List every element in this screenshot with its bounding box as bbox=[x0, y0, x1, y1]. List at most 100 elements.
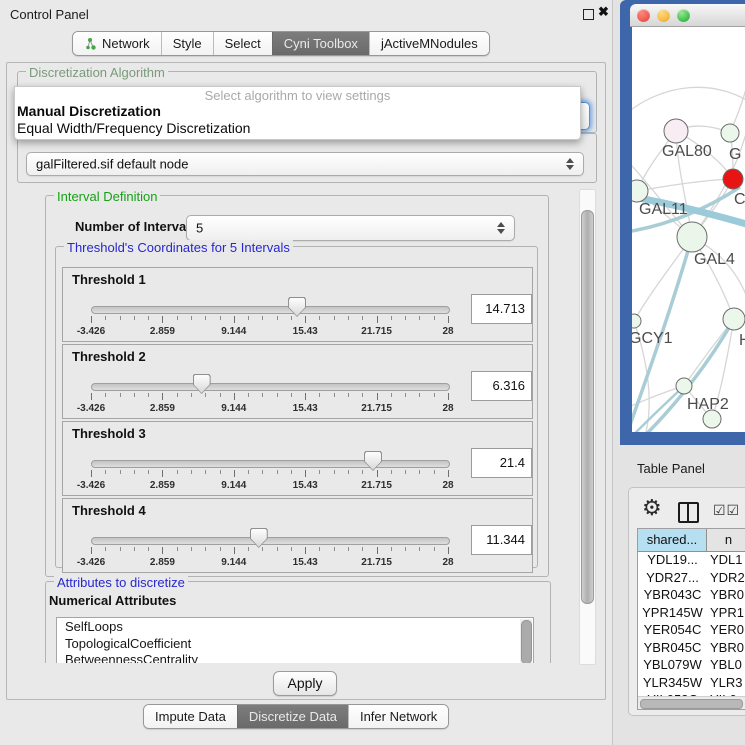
slider-track[interactable] bbox=[91, 383, 450, 391]
table-horizontal-scrollbar[interactable] bbox=[638, 696, 745, 709]
table-cell[interactable]: YER054C bbox=[638, 622, 707, 640]
table-row[interactable]: YBR045CYBR0 bbox=[638, 640, 745, 658]
table-row[interactable]: YPR145WYPR1 bbox=[638, 605, 745, 623]
table-row[interactable]: YLR345WYLR3 bbox=[638, 675, 745, 693]
table-cell[interactable]: YBL0 bbox=[707, 657, 745, 675]
close-icon[interactable]: ✖ bbox=[598, 4, 609, 20]
column-header-name[interactable]: n bbox=[707, 529, 745, 551]
slider-track[interactable] bbox=[91, 537, 450, 545]
table-cell[interactable]: YDL1 bbox=[707, 552, 745, 570]
settings-scroll-thumb[interactable] bbox=[581, 210, 594, 604]
table-cell[interactable]: YDL19... bbox=[638, 552, 707, 570]
tab-select[interactable]: Select bbox=[213, 32, 272, 55]
screen: Control Panel ✖ NetworkStyleSelectCyni T… bbox=[0, 0, 745, 745]
network-window-titlebar[interactable] bbox=[630, 4, 745, 27]
tick-label: 9.144 bbox=[206, 403, 262, 414]
threshold-label: Threshold 3 bbox=[72, 426, 146, 441]
tick-label: 2.859 bbox=[134, 403, 190, 414]
table-cell[interactable]: YLR3 bbox=[707, 675, 745, 693]
slider-track[interactable] bbox=[91, 460, 450, 468]
network-node-g[interactable] bbox=[721, 124, 739, 142]
column-header-shared-name[interactable]: shared... bbox=[638, 529, 707, 551]
tab-label: Discretize Data bbox=[249, 709, 337, 724]
list-item-betweennesscentrality[interactable]: BetweennessCentrality bbox=[57, 651, 533, 663]
table-cell[interactable]: YDR27... bbox=[638, 570, 707, 588]
tick-mark bbox=[177, 316, 178, 320]
threshold-value-field[interactable]: 14.713 bbox=[471, 294, 532, 324]
table-cell[interactable]: YBR0 bbox=[707, 587, 745, 605]
table-panel: ⚙ ☑☑ shared... n YDL19...YDL1YDR27...YDR… bbox=[628, 487, 745, 716]
table-row[interactable]: YER054CYER0 bbox=[638, 622, 745, 640]
table-cell[interactable]: YER0 bbox=[707, 622, 745, 640]
table-cell[interactable]: YPR1 bbox=[707, 605, 745, 623]
numerical-attributes-list[interactable]: SelfLoopsTopologicalCoefficientBetweenne… bbox=[56, 617, 534, 663]
tick-mark bbox=[405, 316, 406, 320]
network-node-gcy1[interactable] bbox=[632, 314, 641, 328]
table-cell[interactable]: YBR043C bbox=[638, 587, 707, 605]
table-hscroll-thumb[interactable] bbox=[640, 699, 743, 709]
tab-network[interactable]: Network bbox=[73, 32, 161, 55]
tab-jactivemnodules[interactable]: jActiveMNodules bbox=[369, 32, 489, 55]
table-cell[interactable]: YBR045C bbox=[638, 640, 707, 658]
gear-icon[interactable]: ⚙ bbox=[642, 495, 662, 521]
network-node-gal4[interactable] bbox=[677, 222, 707, 252]
network-view-window: GAL80GCGAL11GAL4GCY1HHAP2 bbox=[620, 0, 745, 445]
tab-style[interactable]: Style bbox=[161, 32, 213, 55]
table-cell[interactable]: YDR2 bbox=[707, 570, 745, 588]
threshold-value-field[interactable]: 6.316 bbox=[471, 371, 532, 401]
list-item-selfloops[interactable]: SelfLoops bbox=[57, 618, 533, 635]
threshold-value-field[interactable]: 21.4 bbox=[471, 448, 532, 478]
minimize-traffic-light-icon[interactable] bbox=[657, 9, 670, 22]
slider-thumb[interactable] bbox=[364, 451, 382, 471]
tick-label: 2.859 bbox=[134, 326, 190, 337]
number-of-intervals-combo[interactable]: 5 bbox=[186, 215, 515, 241]
tab-label: Impute Data bbox=[155, 709, 226, 724]
float-window-icon[interactable] bbox=[583, 9, 594, 20]
split-columns-icon[interactable] bbox=[678, 502, 699, 523]
close-traffic-light-icon[interactable] bbox=[637, 9, 650, 22]
zoom-traffic-light-icon[interactable] bbox=[677, 9, 690, 22]
network-node-hap2[interactable] bbox=[676, 378, 692, 394]
slider-thumb[interactable] bbox=[193, 374, 211, 394]
table-cell[interactable]: YPR145W bbox=[638, 605, 707, 623]
network-node-h[interactable] bbox=[723, 308, 745, 330]
network-canvas[interactable]: GAL80GCGAL11GAL4GCY1HHAP2 bbox=[632, 27, 745, 432]
tick-mark bbox=[205, 547, 206, 551]
node-label: H bbox=[739, 332, 745, 350]
table-cell[interactable]: YLR345W bbox=[638, 675, 707, 693]
threshold-value-field[interactable]: 11.344 bbox=[471, 525, 532, 555]
tick-mark bbox=[448, 470, 449, 477]
tab-impute-data[interactable]: Impute Data bbox=[144, 705, 237, 728]
tab-discretize-data[interactable]: Discretize Data bbox=[237, 705, 348, 728]
menu-item-manual-discretization[interactable]: Manual Discretization bbox=[17, 103, 161, 119]
control-panel-tab-bar: NetworkStyleSelectCyni ToolboxjActiveMNo… bbox=[72, 31, 490, 56]
table-data-combo[interactable]: galFiltered.sif default node bbox=[26, 152, 584, 176]
threshold-panel-4: Threshold 4-3.4262.8599.14415.4321.71528… bbox=[62, 498, 533, 573]
list-item-topologicalcoefficient[interactable]: TopologicalCoefficient bbox=[57, 635, 533, 652]
attributes-list-scrollbar[interactable] bbox=[520, 619, 532, 663]
node-attribute-table[interactable]: shared... n YDL19...YDL1YDR27...YDR2YBR0… bbox=[637, 528, 745, 710]
tab-cyni-toolbox[interactable]: Cyni Toolbox bbox=[272, 32, 369, 55]
tick-mark bbox=[305, 547, 306, 554]
table-panel-title: Table Panel bbox=[637, 461, 705, 476]
tick-mark bbox=[134, 470, 135, 474]
table-row[interactable]: YBL079WYBL0 bbox=[638, 657, 745, 675]
attributes-group-title: Attributes to discretize bbox=[54, 575, 188, 590]
table-row[interactable]: YDL19...YDL1 bbox=[638, 552, 745, 570]
tick-label: 28 bbox=[420, 480, 476, 491]
tab-infer-network[interactable]: Infer Network bbox=[348, 705, 448, 728]
network-node-gal80[interactable] bbox=[664, 119, 688, 143]
slider-track[interactable] bbox=[91, 306, 450, 314]
table-cell[interactable]: YBL079W bbox=[638, 657, 707, 675]
table-row[interactable]: YDR27...YDR2 bbox=[638, 570, 745, 588]
table-row[interactable]: YBR043CYBR0 bbox=[638, 587, 745, 605]
apply-button[interactable]: Apply bbox=[273, 671, 337, 696]
menu-item-equal-width-frequency-discretization[interactable]: Equal Width/Frequency Discretization bbox=[17, 120, 250, 136]
slider-thumb[interactable] bbox=[250, 528, 268, 548]
checkbox-icons[interactable]: ☑☑ bbox=[713, 502, 740, 519]
attributes-list-scroll-thumb[interactable] bbox=[521, 620, 532, 663]
settings-vertical-scrollbar[interactable] bbox=[579, 189, 596, 665]
network-node-c[interactable] bbox=[723, 169, 743, 189]
table-cell[interactable]: YBR0 bbox=[707, 640, 745, 658]
slider-thumb[interactable] bbox=[288, 297, 306, 317]
